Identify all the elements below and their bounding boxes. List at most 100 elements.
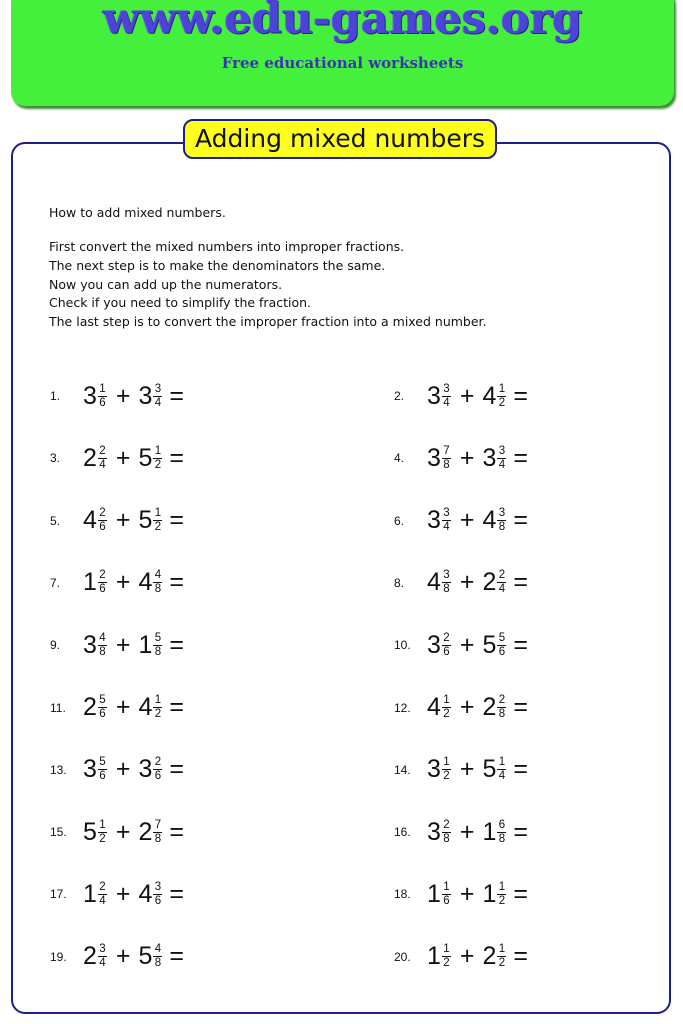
plus-sign: + [115, 630, 131, 659]
equals-sign: = [169, 506, 185, 535]
equals-sign: = [513, 942, 529, 971]
first-addend-whole: 2 [83, 942, 97, 971]
second-addend-denominator: 8 [154, 645, 162, 658]
second-addend-whole: 5 [138, 506, 153, 535]
second-addend-denominator: 4 [498, 583, 506, 596]
equals-sign: = [513, 568, 529, 597]
first-addend-numerator: 2 [99, 569, 106, 582]
second-addend-numerator: 6 [498, 818, 506, 831]
second-addend-denominator: 8 [154, 583, 162, 596]
second-addend-numerator: 4 [154, 569, 162, 582]
problem-item: 8. 4 3 8 + 2 2 4 = [394, 563, 528, 603]
second-addend-fraction: 3 8 [497, 507, 507, 534]
first-addend-whole: 3 [83, 630, 97, 659]
first-addend-whole: 5 [83, 817, 97, 846]
problem-number: 13. [50, 762, 67, 777]
second-addend-fraction: 5 8 [153, 631, 163, 658]
plus-sign: + [115, 755, 131, 784]
first-addend-fraction: 2 6 [97, 507, 107, 533]
problem-number: 15. [50, 825, 67, 840]
first-addend-whole: 3 [83, 381, 97, 410]
second-addend-whole: 3 [138, 381, 153, 410]
second-addend-denominator: 2 [154, 708, 162, 720]
problem-item: 19. 2 3 4 + 5 4 8 = [50, 937, 184, 977]
first-addend-whole: 1 [427, 942, 441, 971]
plus-sign: + [115, 381, 131, 410]
second-addend-denominator: 6 [498, 645, 506, 658]
first-addend-numerator: 3 [443, 382, 450, 395]
first-addend-fraction: 2 4 [97, 880, 107, 907]
second-addend-whole: 3 [482, 443, 497, 472]
second-addend-fraction: 7 8 [153, 818, 163, 845]
equals-sign: = [513, 879, 529, 908]
first-addend-whole: 2 [83, 443, 97, 472]
second-addend-whole: 1 [482, 817, 497, 846]
first-addend-denominator: 8 [99, 645, 106, 658]
first-addend-fraction: 4 8 [97, 632, 107, 658]
first-addend-whole: 3 [427, 755, 441, 784]
second-addend-fraction: 1 2 [497, 943, 507, 969]
second-addend-numerator: 3 [498, 444, 506, 457]
equals-sign: = [169, 443, 185, 472]
second-addend-whole: 4 [482, 381, 497, 410]
problem-expression: 3 5 6 + 3 2 6 = [83, 755, 184, 784]
problem-expression: 3 3 4 + 4 3 8 = [427, 506, 528, 535]
second-addend-whole: 1 [482, 879, 497, 908]
first-addend-fraction: 2 8 [441, 819, 451, 845]
second-addend-numerator: 1 [498, 880, 506, 893]
first-addend-denominator: 6 [99, 583, 106, 596]
second-addend-numerator: 1 [154, 694, 162, 706]
problem-expression: 2 5 6 + 4 1 2 = [83, 693, 184, 722]
problem-number: 4. [394, 451, 405, 466]
first-addend-fraction: 2 6 [441, 632, 451, 658]
problem-number: 2. [394, 389, 405, 403]
first-addend-numerator: 1 [443, 694, 450, 706]
problem-expression: 3 3 4 + 4 1 2 = [427, 382, 528, 411]
instruction-step: The last step is to convert the improper… [49, 314, 487, 330]
second-addend-fraction: 3 4 [153, 383, 163, 409]
problem-item: 7. 1 2 6 + 4 4 8 = [50, 563, 184, 603]
instruction-step: The next step is to make the denominator… [49, 257, 386, 273]
first-addend-denominator: 4 [443, 521, 450, 534]
first-addend-whole: 1 [427, 879, 441, 908]
first-addend-denominator: 2 [443, 770, 450, 783]
second-addend-whole: 3 [138, 755, 153, 784]
first-addend-numerator: 2 [99, 880, 106, 893]
second-addend-denominator: 8 [498, 832, 506, 845]
first-addend-fraction: 1 6 [441, 881, 451, 907]
equals-sign: = [513, 506, 529, 535]
second-addend-denominator: 8 [498, 521, 506, 534]
first-addend-whole: 3 [427, 817, 441, 846]
problem-item: 5. 4 2 6 + 5 1 2 = [50, 501, 184, 541]
problem-number: 17. [50, 887, 67, 902]
problem-number: 20. [394, 949, 411, 964]
problem-number: 7. [50, 575, 61, 590]
problem-expression: 5 1 2 + 2 7 8 = [83, 818, 184, 847]
plus-sign: + [459, 381, 475, 410]
plus-sign: + [115, 817, 131, 846]
second-addend-numerator: 5 [154, 631, 162, 644]
problem-item: 2. 3 3 4 + 4 1 2 = [394, 376, 528, 416]
second-addend-whole: 1 [138, 630, 153, 659]
first-addend-whole: 1 [83, 879, 97, 908]
first-addend-numerator: 5 [99, 756, 106, 769]
second-addend-denominator: 2 [154, 458, 162, 471]
first-addend-numerator: 1 [99, 818, 106, 831]
equals-sign: = [513, 755, 529, 784]
first-addend-whole: 4 [83, 506, 97, 535]
problem-expression: 3 2 8 + 1 6 8 = [427, 818, 528, 847]
second-addend-numerator: 3 [154, 880, 162, 893]
instructions: How to add mixed numbers. First convert … [49, 204, 629, 332]
second-addend-numerator: 7 [154, 818, 162, 831]
first-addend-numerator: 1 [99, 382, 106, 395]
problem-number: 10. [394, 638, 411, 653]
problem-item: 14. 3 1 2 + 5 1 4 = [394, 750, 528, 790]
site-banner: www.edu-games.org Free educational works… [11, 0, 674, 106]
second-addend-fraction: 3 4 [497, 444, 507, 471]
first-addend-fraction: 3 4 [441, 382, 451, 409]
equals-sign: = [169, 817, 185, 846]
problem-expression: 1 2 6 + 4 4 8 = [83, 568, 184, 597]
equals-sign: = [169, 942, 185, 971]
equals-sign: = [513, 817, 529, 846]
first-addend-numerator: 7 [443, 444, 450, 457]
